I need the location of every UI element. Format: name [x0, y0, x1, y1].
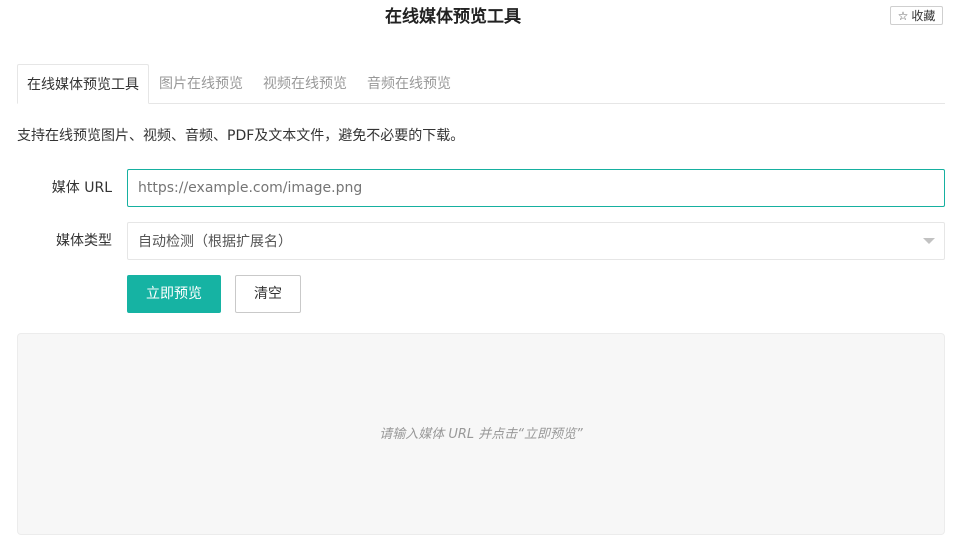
tab-audio-preview[interactable]: 音频在线预览	[367, 64, 451, 104]
chevron-down-icon	[923, 238, 935, 244]
media-preview-page: 在线媒体预览工具 ☆ 收藏 在线媒体预览工具 图片在线预览 视频在线预览 音频在…	[0, 0, 961, 555]
favorite-button[interactable]: ☆ 收藏	[890, 6, 943, 25]
media-type-select[interactable]: 自动检测（根据扩展名）	[127, 222, 945, 260]
page-title: 在线媒体预览工具	[385, 7, 521, 27]
tab-image-preview[interactable]: 图片在线预览	[159, 64, 243, 104]
star-outline-icon: ☆	[897, 8, 909, 23]
media-type-selected-value: 自动检测（根据扩展名）	[138, 234, 292, 250]
preview-placeholder-hint: 请输入媒体 URL 并点击“立即预览”	[379, 427, 583, 442]
media-type-label: 媒体类型	[56, 233, 112, 249]
media-url-input[interactable]	[127, 169, 945, 207]
preview-now-button[interactable]: 立即预览	[127, 275, 221, 313]
tab-video-preview[interactable]: 视频在线预览	[263, 64, 347, 104]
tab-bar: 在线媒体预览工具 图片在线预览 视频在线预览 音频在线预览	[17, 64, 945, 104]
tool-description: 支持在线预览图片、视频、音频、PDF及文本文件，避免不必要的下载。	[17, 128, 465, 144]
tab-media-preview-tool[interactable]: 在线媒体预览工具	[17, 64, 149, 104]
clear-button[interactable]: 清空	[235, 275, 301, 313]
favorite-label: 收藏	[911, 9, 936, 23]
preview-area: 请输入媒体 URL 并点击“立即预览”	[17, 333, 945, 535]
media-url-label: 媒体 URL	[51, 180, 112, 196]
